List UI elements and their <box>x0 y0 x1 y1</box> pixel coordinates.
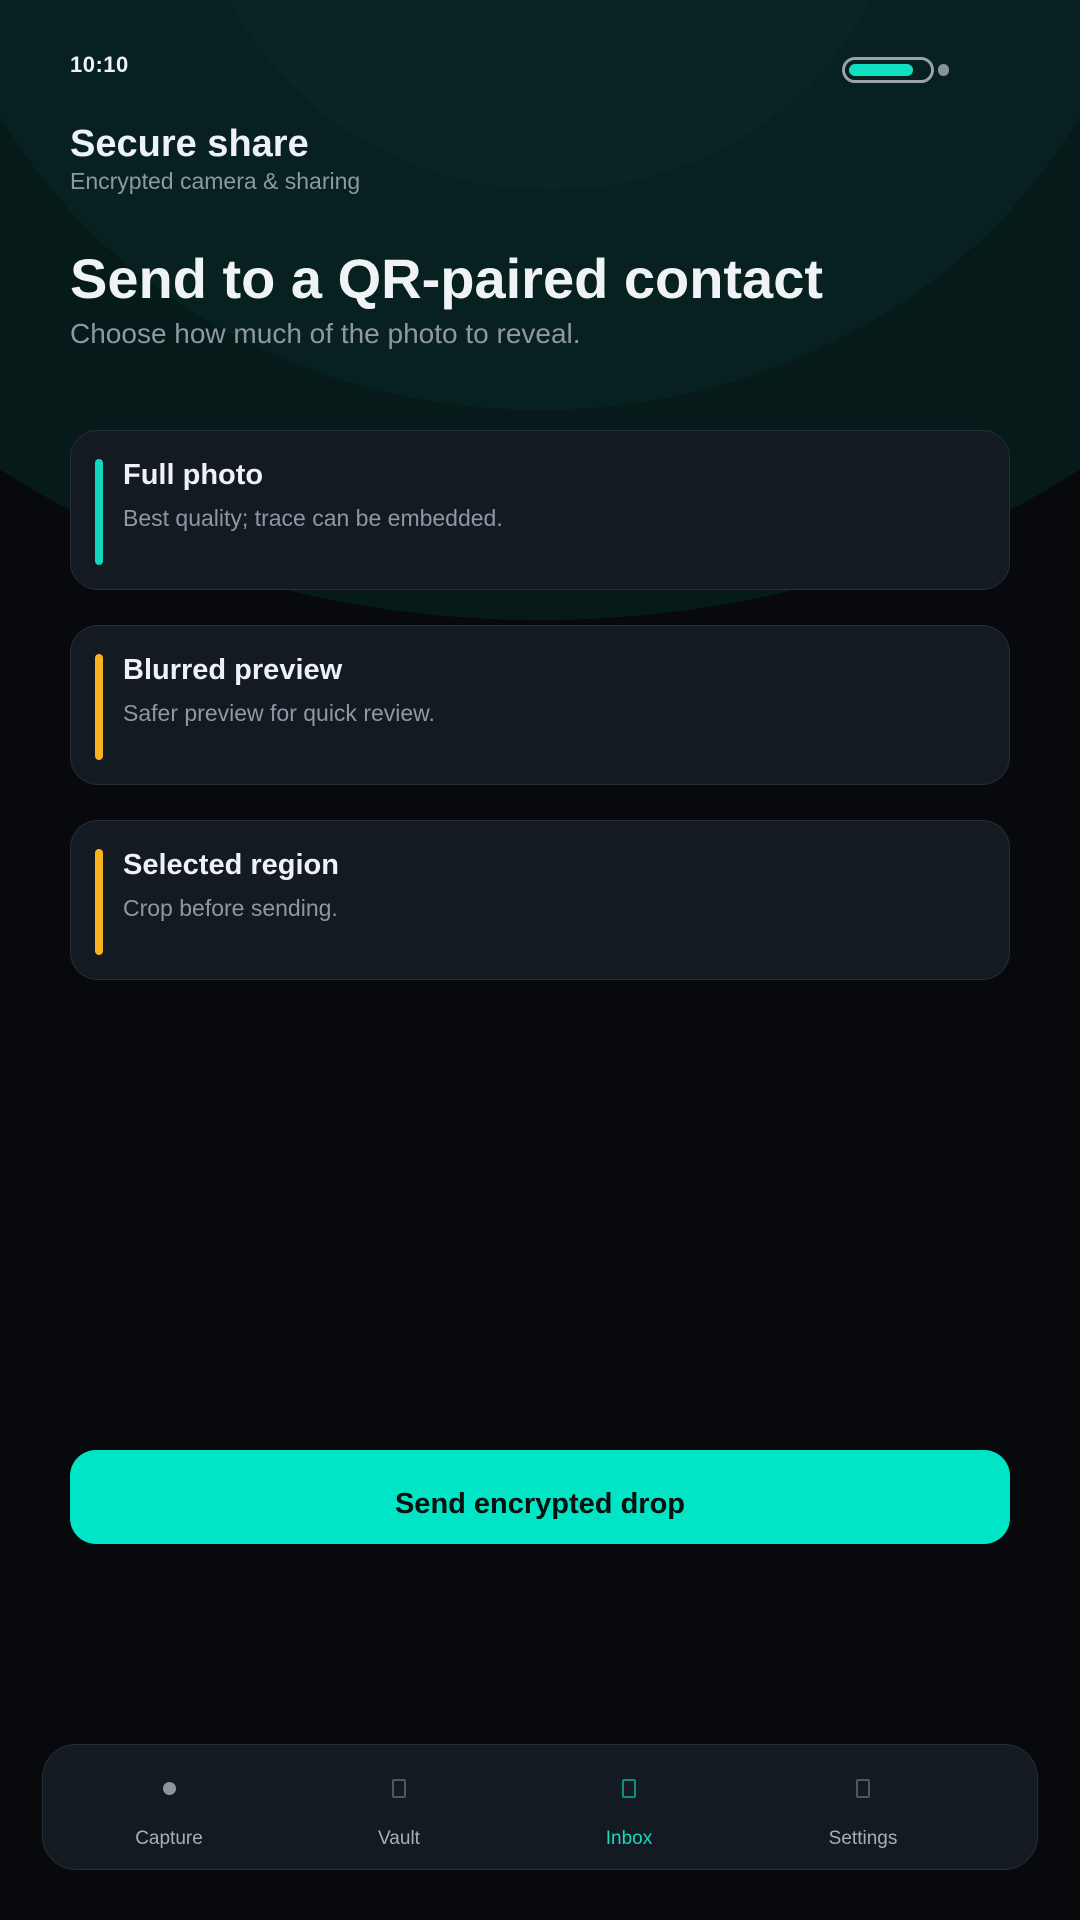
bottom-nav: Capture Vault Inbox Settings <box>42 1744 1038 1870</box>
share-screen: 10:10 Secure share Encrypted camera & sh… <box>0 0 1080 1920</box>
option-description: Best quality; trace can be embedded. <box>123 505 503 531</box>
option-selected-region[interactable]: Selected region Crop before sending. <box>70 820 1010 980</box>
nav-icon-wrap <box>539 1773 719 1803</box>
page-title: Send to a QR-paired contact <box>70 247 823 310</box>
option-accent-bar <box>95 654 103 760</box>
option-title: Full photo <box>123 459 264 491</box>
nav-icon-wrap <box>773 1773 953 1803</box>
option-title: Selected region <box>123 849 339 881</box>
status-bar: 10:10 <box>70 52 1010 88</box>
nav-item-inbox[interactable]: Inbox <box>539 1745 719 1869</box>
option-accent-bar <box>95 459 103 565</box>
page-subtitle: Choose how much of the photo to reveal. <box>70 318 581 349</box>
option-title: Blurred preview <box>123 654 343 686</box>
app-title: Secure share <box>70 123 309 165</box>
option-full-photo[interactable]: Full photo Best quality; trace can be em… <box>70 430 1010 590</box>
vault-icon <box>392 1778 406 1798</box>
nav-label: Vault <box>378 1828 420 1849</box>
battery-cap <box>938 64 949 76</box>
inbox-icon <box>622 1778 636 1798</box>
option-accent-bar <box>95 849 103 955</box>
send-encrypted-drop-button[interactable]: Send encrypted drop <box>70 1450 1010 1544</box>
nav-label: Inbox <box>605 1828 653 1849</box>
option-blurred-preview[interactable]: Blurred preview Safer preview for quick … <box>70 625 1010 785</box>
nav-icon-wrap <box>309 1773 489 1803</box>
nav-item-vault[interactable]: Vault <box>309 1745 489 1869</box>
option-description: Safer preview for quick review. <box>123 700 435 726</box>
battery-level <box>849 64 913 76</box>
app-subtitle: Encrypted camera & sharing <box>70 168 361 194</box>
option-description: Crop before sending. <box>123 895 338 921</box>
hero-section: Send to a QR-paired contact Choose how m… <box>70 246 823 354</box>
camera-dot-icon <box>162 1781 176 1795</box>
nav-item-settings[interactable]: Settings <box>773 1745 953 1869</box>
nav-icon-wrap <box>79 1773 259 1803</box>
app-header: Secure share Encrypted camera & sharing <box>70 122 360 196</box>
battery-icon <box>842 57 952 87</box>
nav-label: Settings <box>828 1828 898 1849</box>
nav-item-capture[interactable]: Capture <box>79 1745 259 1869</box>
nav-label: Capture <box>135 1828 203 1849</box>
status-time: 10:10 <box>70 52 129 77</box>
settings-icon <box>856 1778 870 1798</box>
battery-body <box>842 57 934 83</box>
